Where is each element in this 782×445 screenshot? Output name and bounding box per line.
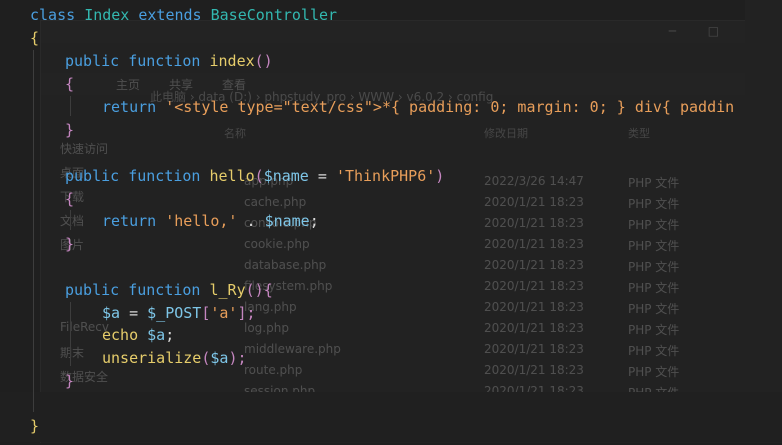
token-string: 'a': [210, 304, 238, 322]
token-variable: $a: [102, 304, 121, 322]
token-brace: }: [65, 121, 75, 139]
token-paren: ): [435, 167, 445, 185]
token-variable: $a: [210, 349, 229, 367]
token-paren: (: [254, 167, 264, 185]
token-variable: $name: [263, 167, 309, 185]
indent-guide: [70, 210, 71, 230]
code-line-hello-return: return 'hello,' . $name;: [102, 210, 319, 233]
code-line-lry-assign: $a = $_POST['a'];: [102, 302, 256, 325]
code-line-index-decl: public function index(): [65, 50, 273, 73]
token-brace: {: [263, 281, 273, 299]
token-keyword: public: [65, 52, 120, 70]
token-function-name: hello: [209, 167, 255, 185]
code-line-open-brace: {: [30, 27, 39, 50]
token-class-name: BaseController: [210, 6, 338, 24]
token-function-name: l_Ry: [209, 281, 246, 299]
code-line-hello-close: }: [65, 233, 74, 256]
token-brace: {: [30, 29, 40, 47]
token-keyword: function: [128, 167, 201, 185]
token-keyword: return: [102, 212, 157, 230]
token-brace: }: [30, 417, 40, 435]
token-keyword: function: [128, 281, 201, 299]
code-line-index-open: {: [65, 73, 74, 96]
token-brace: {: [65, 75, 75, 93]
token-function-name: unserialize: [102, 349, 202, 367]
code-editor[interactable]: class Index extends BaseController { pub…: [0, 0, 782, 442]
code-line-index-close: }: [65, 119, 74, 142]
token-keyword: public: [65, 167, 120, 185]
code-line-lry-decl: public function l_Ry(){: [65, 279, 273, 302]
code-line-index-return: return '<style type="text/css">*{ paddin…: [102, 96, 734, 119]
token-parens: (): [254, 52, 273, 70]
indent-guide: [70, 96, 71, 116]
token-string: 'hello,': [165, 212, 238, 230]
indent-guide: [33, 50, 34, 412]
token-variable: $name: [264, 212, 310, 230]
code-line-class: class Index extends BaseController: [30, 4, 337, 27]
token-operator: .: [237, 212, 265, 230]
token-class-name: Index: [84, 6, 130, 24]
token-string: 'ThinkPHP6': [335, 167, 436, 185]
code-line-lry-echo: echo $a;: [102, 324, 174, 347]
token-bracket: ];: [237, 304, 256, 322]
token-keyword: echo: [102, 326, 139, 344]
token-string: '<style type="text/css">*{ padding: 0; m…: [165, 98, 735, 116]
code-line-hello-open: {: [65, 188, 74, 211]
token-paren: );: [228, 349, 247, 367]
indent-guide: [70, 302, 71, 366]
token-operator: =: [308, 167, 336, 185]
token-brace: }: [65, 235, 75, 253]
token-variable: $a: [147, 326, 166, 344]
token-operator: =: [120, 304, 148, 322]
token-function-name: index: [209, 52, 255, 70]
token-keyword: class: [30, 6, 76, 24]
token-brace: }: [65, 372, 75, 390]
token-brace: {: [65, 190, 75, 208]
token-parens: (): [245, 281, 264, 299]
token-keyword: extends: [138, 6, 202, 24]
code-line-close-brace: }: [30, 415, 39, 438]
token-semicolon: ;: [165, 326, 175, 344]
token-variable: $_POST: [147, 304, 202, 322]
token-keyword: public: [65, 281, 120, 299]
token-semicolon: ;: [309, 212, 319, 230]
token-keyword: function: [128, 52, 201, 70]
code-line-lry-close: }: [65, 370, 74, 393]
code-line-hello-decl: public function hello($name = 'ThinkPHP6…: [65, 165, 444, 188]
token-keyword: return: [102, 98, 157, 116]
code-line-lry-unserialize: unserialize($a);: [102, 347, 247, 370]
